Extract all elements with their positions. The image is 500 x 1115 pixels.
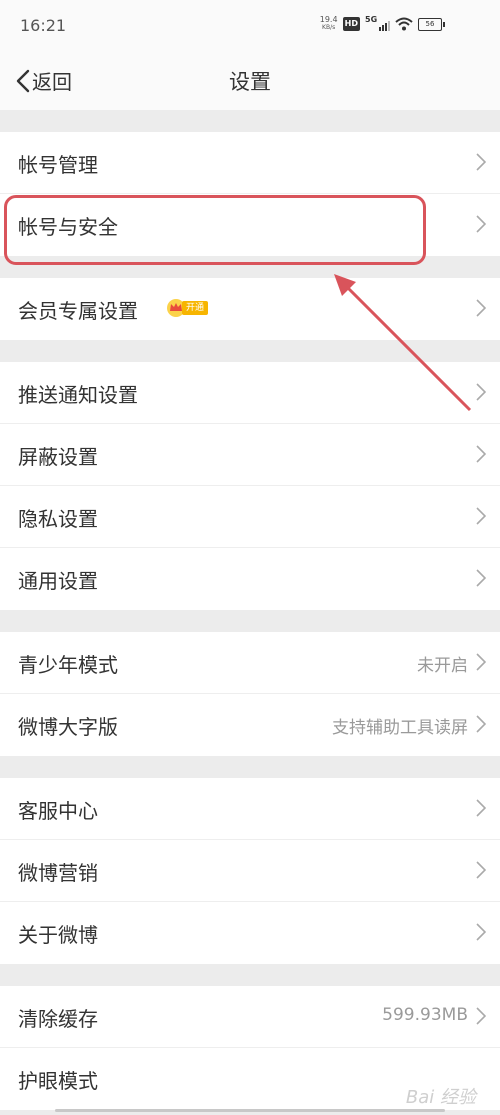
settings-item-value: 支持辅助工具读屏 [332,718,468,738]
settings-item-clear-cache[interactable]: 清除缓存 599.93MB [0,986,500,1048]
settings-item-label: 清除缓存 [18,1007,98,1031]
settings-item-value: 未开启 [417,656,468,676]
settings-item-privacy[interactable]: 隐私设置 [0,486,500,548]
settings-item-label: 微博大字版 [18,715,118,739]
chevron-right-icon [476,445,486,463]
settings-item-label: 屏蔽设置 [18,445,98,469]
settings-group-modes: 青少年模式 未开启 微博大字版 支持辅助工具读屏 [0,632,500,756]
settings-group-vip: 会员专属设置 开通 [0,278,500,340]
chevron-right-icon [476,383,486,401]
hd-icon: HD [342,17,360,31]
signal-5g-icon: 5G [365,15,390,31]
chevron-right-icon [476,299,486,317]
settings-item-account-management[interactable]: 帐号管理 [0,132,500,194]
network-speed: 19.4 KB/s [320,16,338,32]
status-icons: 19.4 KB/s HD 5G 56 [320,15,445,32]
nav-bar: 返回 设置 [0,52,500,110]
settings-item-label: 推送通知设置 [18,383,138,407]
chevron-right-icon [476,715,486,733]
settings-item-label: 隐私设置 [18,507,98,531]
status-time: 16:21 [20,16,67,35]
settings-item-vip-settings[interactable]: 会员专属设置 开通 [0,278,500,340]
chevron-right-icon [476,923,486,941]
settings-item-label: 护眼模式 [18,1069,98,1093]
settings-item-youth-mode[interactable]: 青少年模式 未开启 [0,632,500,694]
settings-item-general[interactable]: 通用设置 [0,548,500,610]
settings-item-large-font[interactable]: 微博大字版 支持辅助工具读屏 [0,694,500,756]
settings-item-customer-service[interactable]: 客服中心 [0,778,500,840]
chevron-right-icon [476,1007,486,1025]
page-title: 设置 [229,70,271,94]
battery-level: 56 [425,19,435,28]
settings-item-label: 微博营销 [18,861,98,885]
network-type-label: 5G [365,15,378,24]
vip-open-badge: 开通 [182,301,209,315]
settings-item-label: 通用设置 [18,569,98,593]
settings-group-general: 推送通知设置 屏蔽设置 隐私设置 通用设置 [0,362,500,610]
settings-item-value: 599.93MB [382,1005,468,1025]
network-speed-value: 19.4 [319,15,338,24]
settings-item-marketing[interactable]: 微博营销 [0,840,500,902]
chevron-right-icon [476,569,486,587]
settings-item-label: 青少年模式 [18,653,118,677]
home-indicator[interactable] [55,1109,445,1112]
wifi-icon [395,17,413,31]
chevron-right-icon [476,153,486,171]
highlight-box [4,195,426,265]
chevron-right-icon [476,653,486,671]
settings-group-support: 客服中心 微博营销 关于微博 [0,778,500,964]
settings-item-block-settings[interactable]: 屏蔽设置 [0,424,500,486]
network-speed-unit: KB/s [322,24,336,31]
settings-item-label: 会员专属设置 [18,299,138,323]
settings-item-push-notifications[interactable]: 推送通知设置 [0,362,500,424]
settings-item-label: 关于微博 [18,923,98,947]
chevron-right-icon [476,507,486,525]
watermark: Bai 经验 [405,1087,476,1108]
chevron-right-icon [476,215,486,233]
status-bar: 16:21 19.4 KB/s HD 5G 56 [0,0,500,52]
chevron-right-icon [476,799,486,817]
battery-icon: 56 [418,17,445,31]
vip-badge: 开通 [166,298,209,318]
settings-item-label: 客服中心 [18,799,98,823]
settings-item-label: 帐号管理 [18,153,98,177]
settings-item-about[interactable]: 关于微博 [0,902,500,964]
chevron-right-icon [476,861,486,879]
